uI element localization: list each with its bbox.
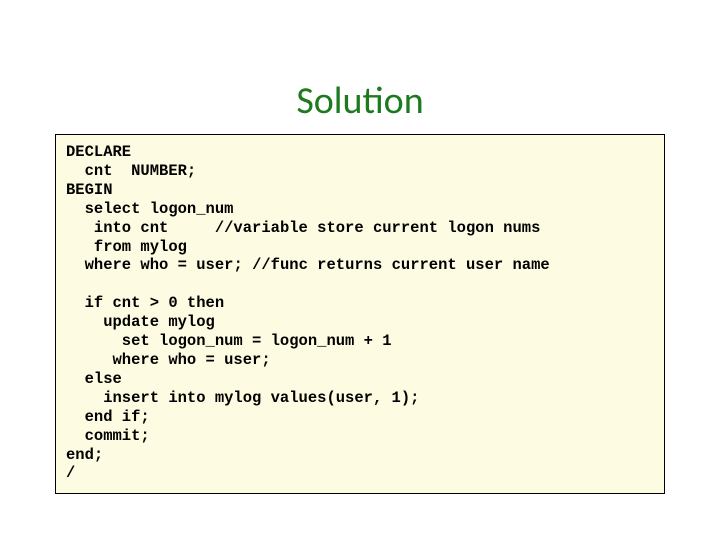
code-line: commit;: [66, 427, 150, 445]
code-line: where who = user;: [66, 351, 271, 369]
code-comment: //variable store current logon nums: [215, 219, 541, 237]
code-box: DECLARE cnt NUMBER; BEGIN select logon_n…: [55, 134, 665, 494]
code-line: cnt NUMBER;: [66, 162, 196, 180]
code-block: DECLARE cnt NUMBER; BEGIN select logon_n…: [66, 143, 654, 483]
code-line: end;: [66, 446, 103, 464]
code-line: select logon_num: [66, 200, 233, 218]
slide: Solution DECLARE cnt NUMBER; BEGIN selec…: [0, 0, 720, 540]
code-line: if cnt > 0 then: [66, 294, 224, 312]
code-line: where who =: [66, 256, 196, 274]
code-line: end if;: [66, 408, 150, 426]
code-line: from mylog: [66, 238, 187, 256]
slide-title: Solution: [0, 0, 720, 134]
code-keyword-user: user: [196, 256, 233, 274]
code-line: into cnt: [66, 219, 215, 237]
code-line: insert into mylog values(user, 1);: [66, 389, 419, 407]
code-line: else: [66, 370, 122, 388]
code-comment: //func returns current user name: [252, 256, 550, 274]
code-line: set logon_num = logon_num + 1: [66, 332, 392, 350]
code-line: DECLARE: [66, 143, 131, 161]
code-line: update mylog: [66, 313, 215, 331]
code-line: /: [66, 464, 75, 482]
code-text: ;: [233, 256, 252, 274]
code-line: BEGIN: [66, 181, 113, 199]
